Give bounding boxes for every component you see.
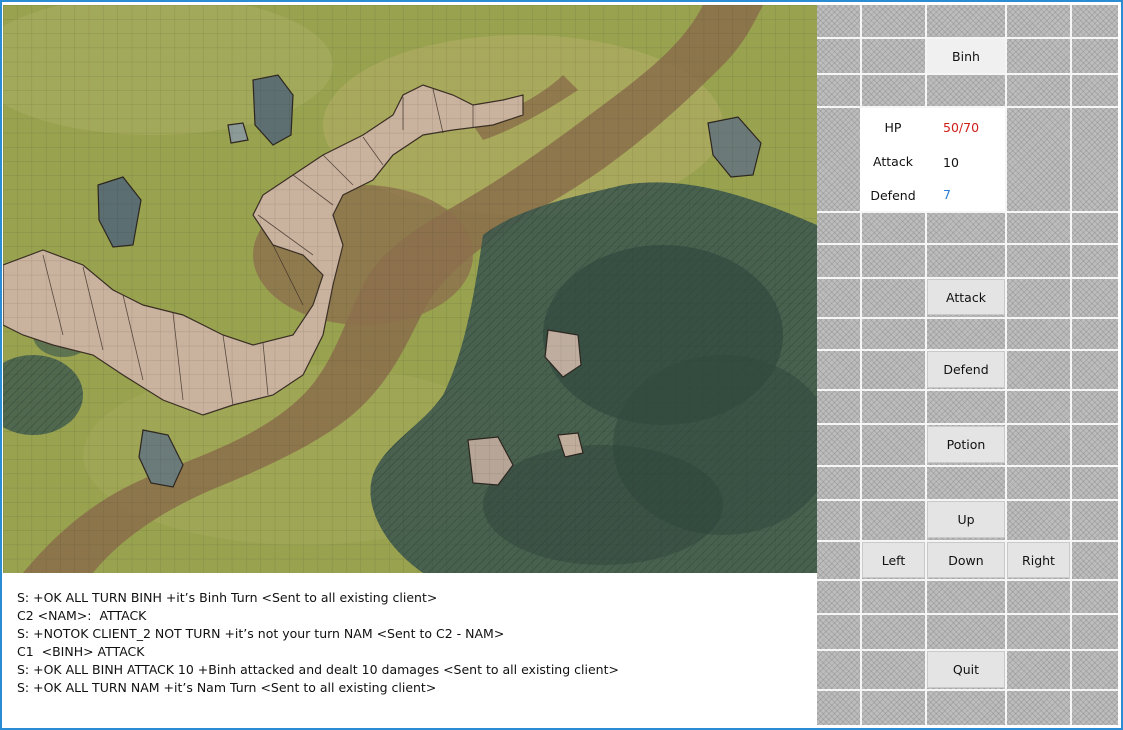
- log-line: S: +OK ALL TURN NAM +it’s Nam Turn <Sent…: [17, 680, 437, 695]
- quit-button[interactable]: Quit: [927, 651, 1005, 688]
- panel-grid-line: [817, 211, 1118, 213]
- panel-grid-line: [1070, 5, 1072, 725]
- move-right-button[interactable]: Right: [1007, 542, 1070, 578]
- hp-label: HP: [884, 120, 902, 135]
- defend-label: Defend: [870, 188, 916, 203]
- attack-button[interactable]: Attack: [927, 279, 1005, 315]
- panel-grid-line: [817, 579, 1118, 581]
- panel-grid-line: [817, 465, 1118, 467]
- log-line: S: +OK ALL TURN BINH +it’s Binh Turn <Se…: [17, 590, 438, 605]
- map-terrain: [3, 5, 817, 573]
- panel-grid-line: [817, 389, 1118, 391]
- panel-grid-line: [817, 317, 1118, 319]
- panel-grid-line: [817, 423, 1118, 425]
- potion-button[interactable]: Potion: [927, 426, 1005, 463]
- defend-value: 7: [943, 187, 951, 202]
- log-line: S: +OK ALL BINH ATTACK 10 +Binh attacked…: [17, 662, 619, 677]
- log-line: C2 <NAM>: ATTACK: [17, 608, 147, 623]
- move-left-button[interactable]: Left: [862, 542, 925, 578]
- panel-grid-line: [817, 243, 1118, 245]
- player-name: Binh: [927, 39, 1005, 73]
- message-log: S: +OK ALL TURN BINH +it’s Binh Turn <Se…: [3, 573, 817, 725]
- panel-grid-line: [817, 613, 1118, 615]
- log-line: C1 <BINH> ATTACK: [17, 644, 145, 659]
- player-stats: HP 50/70 Attack 10 Defend 7: [860, 108, 1005, 211]
- log-line: S: +NOTOK CLIENT_2 NOT TURN +it’s not yo…: [17, 626, 505, 641]
- control-panel: Binh HP 50/70 Attack 10 Defend 7 Attack …: [817, 5, 1118, 725]
- attack-label: Attack: [873, 154, 913, 169]
- move-down-button[interactable]: Down: [927, 542, 1005, 578]
- attack-value: 10: [943, 155, 959, 170]
- defend-button[interactable]: Defend: [927, 351, 1005, 388]
- hp-value: 50/70: [943, 120, 980, 135]
- move-up-button[interactable]: Up: [927, 501, 1005, 538]
- battle-map[interactable]: [3, 5, 817, 573]
- panel-grid-line: [817, 73, 1118, 75]
- panel-grid-line: [817, 689, 1118, 691]
- panel-grid-line: [1005, 5, 1007, 725]
